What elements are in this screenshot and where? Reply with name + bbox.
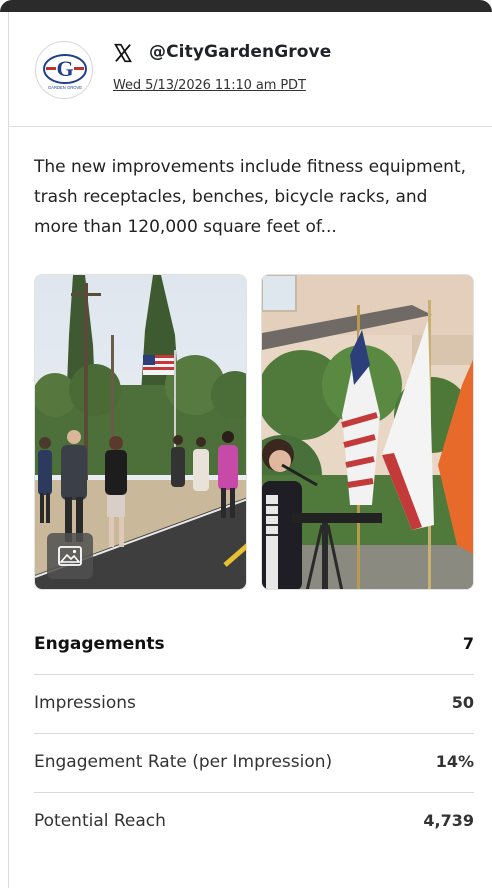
garden-grove-logo: G GARDEN GROVE xyxy=(43,54,87,90)
svg-text:G: G xyxy=(56,56,73,81)
stat-value: 4,739 xyxy=(423,811,474,830)
stat-label: Impressions xyxy=(34,693,136,713)
stat-label: Potential Reach xyxy=(34,811,166,831)
media-gallery-badge[interactable] xyxy=(47,533,93,579)
svg-text:GARDEN GROVE: GARDEN GROVE xyxy=(48,85,82,90)
x-logo-icon xyxy=(114,43,132,63)
stat-row-potential-reach: Potential Reach 4,739 xyxy=(34,793,474,852)
post-header: G GARDEN GROVE @CityGardenGrove Wed 5/13… xyxy=(9,12,492,127)
window-top-bar xyxy=(0,0,492,12)
post-card: G GARDEN GROVE @CityGardenGrove Wed 5/13… xyxy=(8,12,492,888)
stat-value: 7 xyxy=(462,634,474,653)
post-photo-park[interactable] xyxy=(34,274,247,590)
image-icon xyxy=(58,546,82,566)
stat-label: Engagement Rate (per Impression) xyxy=(34,752,333,772)
stat-value: 14% xyxy=(435,752,474,771)
stat-value: 50 xyxy=(451,693,474,712)
stat-row-engagements: Engagements 7 xyxy=(34,616,474,675)
post-timestamp-link[interactable]: Wed 5/13/2026 11:10 am PDT xyxy=(113,78,306,93)
post-photo-speaker[interactable] xyxy=(261,274,474,590)
engagement-stats: Engagements 7 Impressions 50 Engagement … xyxy=(34,616,474,852)
stat-label: Engagements xyxy=(34,634,165,654)
stat-row-engagement-rate: Engagement Rate (per Impression) 14% xyxy=(34,734,474,793)
post-text: The new improvements include fitness equ… xyxy=(34,157,467,237)
speaker-photo xyxy=(262,275,473,589)
account-handle[interactable]: @CityGardenGrove xyxy=(149,42,331,62)
stat-row-impressions: Impressions 50 xyxy=(34,675,474,734)
avatar[interactable]: G GARDEN GROVE xyxy=(35,41,93,99)
